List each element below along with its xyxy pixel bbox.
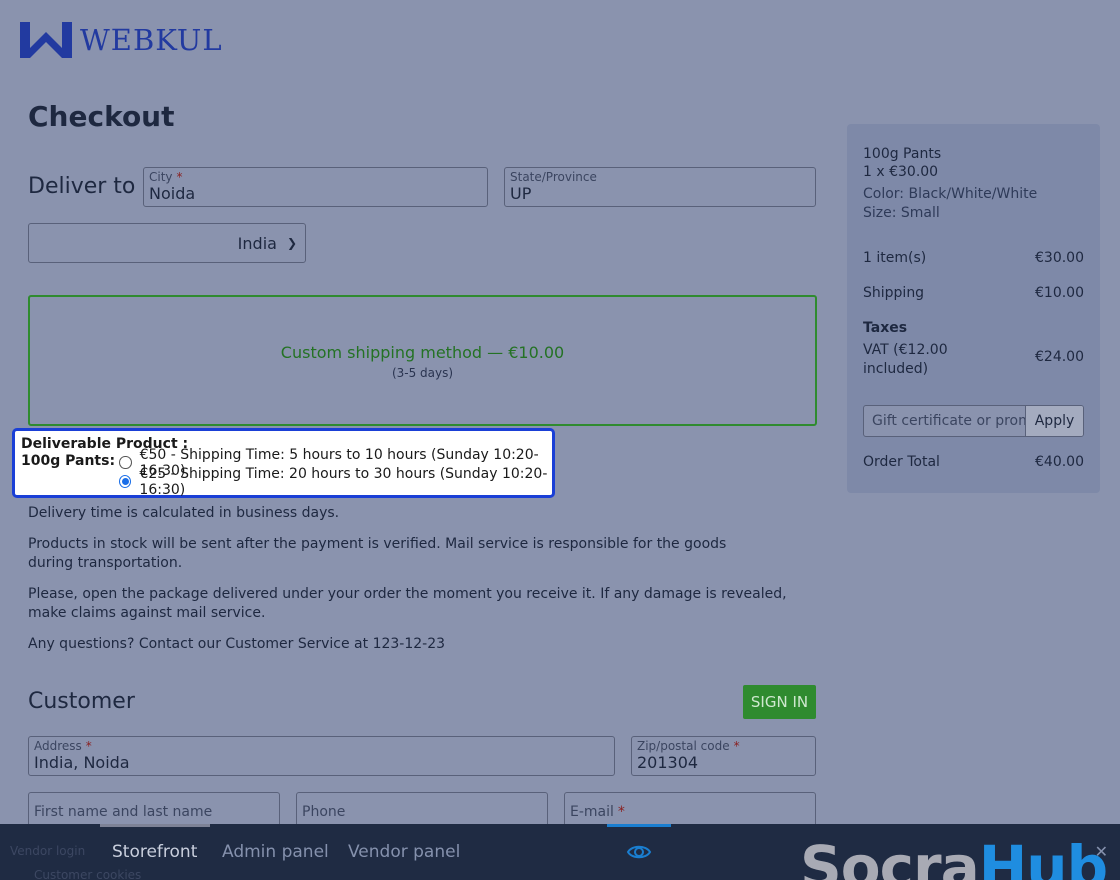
deliverable-product-popup: Deliverable Product : 100g Pants: €50 - …	[12, 428, 555, 498]
state-value: UP	[510, 184, 532, 203]
required-marker: *	[85, 739, 92, 753]
summary-items-label: 1 item(s)	[863, 250, 927, 266]
city-field[interactable]: City * Noida	[143, 167, 488, 207]
info-stock: Products in stock will be sent after the…	[28, 536, 727, 571]
shipping-option-label: €25 - Shipping Time: 20 hours to 30 hour…	[139, 465, 548, 498]
zip-value: 201304	[637, 753, 699, 772]
country-value: India	[237, 233, 277, 253]
phone-placeholder: Phone	[302, 804, 346, 820]
active-tab-indicator	[100, 824, 210, 827]
radio-button[interactable]	[119, 456, 132, 469]
socrahub-logo: SocraHub	[800, 833, 1108, 880]
summary-product-qty: 1 x €30.00	[863, 164, 939, 180]
eye-indicator	[607, 824, 671, 827]
shipping-method-name: Custom shipping method — €10.00	[280, 343, 565, 362]
state-label: State/Province	[510, 170, 597, 184]
shipping-option-2[interactable]: €25 - Shipping Time: 20 hours to 30 hour…	[119, 466, 552, 498]
deliverable-product-name: 100g Pants:	[21, 453, 116, 469]
info-package: Please, open the package delivered under…	[28, 586, 787, 621]
required-marker: *	[733, 739, 740, 753]
tab-vendor-panel[interactable]: Vendor panel	[348, 842, 460, 862]
address-label: Address	[34, 739, 82, 753]
summary-items-value: €30.00	[1035, 250, 1084, 266]
summary-product-size: Size: Small	[863, 205, 940, 221]
info-questions: Any questions? Contact our Customer Serv…	[28, 636, 446, 652]
country-select[interactable]: India ❯	[28, 223, 306, 263]
summary-product-name[interactable]: 100g Pants	[863, 146, 941, 162]
webkul-logo-icon	[20, 22, 72, 58]
city-label: City	[149, 170, 173, 184]
ghost-customer-cookies: Customer cookies	[34, 868, 142, 880]
summary-vat-label-2: included)	[863, 361, 929, 377]
tab-storefront[interactable]: Storefront	[112, 842, 197, 862]
email-label: E-mail	[570, 804, 614, 820]
summary-shipping-value: €10.00	[1035, 285, 1084, 301]
zip-label: Zip/postal code	[637, 739, 730, 753]
summary-product-color: Color: Black/White/White	[863, 186, 1038, 202]
summary-shipping-label: Shipping	[863, 285, 925, 301]
state-field[interactable]: State/Province UP	[504, 167, 816, 207]
summary-total-value: €40.00	[1035, 454, 1084, 470]
order-summary: 100g Pants 1 x €30.00 Color: Black/White…	[847, 124, 1100, 493]
city-value: Noida	[149, 184, 196, 203]
summary-vat-label-1: VAT (€12.00	[863, 342, 948, 358]
required-marker: *	[617, 804, 625, 820]
required-marker: *	[176, 170, 183, 184]
chevron-down-icon: ❯	[286, 236, 297, 250]
name-placeholder: First name and last name	[34, 804, 213, 820]
gift-certificate-input[interactable]: Gift certificate or promo code	[864, 406, 1025, 436]
page-title: Checkout	[28, 100, 175, 133]
customer-section-title: Customer	[28, 689, 135, 714]
summary-total-label: Order Total	[863, 454, 940, 470]
summary-taxes-label: Taxes	[863, 320, 908, 336]
zip-field[interactable]: Zip/postal code * 201304	[631, 736, 816, 776]
shipping-method-days: (3-5 days)	[391, 366, 454, 380]
address-field[interactable]: Address * India, Noida	[28, 736, 615, 776]
radio-button-selected[interactable]	[119, 475, 132, 488]
shipping-method-option[interactable]: Custom shipping method — €10.00 (3-5 day…	[28, 295, 817, 426]
deliver-to-label: Deliver to	[28, 174, 136, 199]
demo-bottom-bar: Vendor login Customer cookies Storefront…	[0, 824, 1120, 880]
gift-certificate-field[interactable]: Gift certificate or promo code Apply	[863, 405, 1084, 437]
eye-icon[interactable]	[626, 839, 652, 865]
tab-admin-panel[interactable]: Admin panel	[222, 842, 329, 862]
close-icon[interactable]: ✕	[1095, 842, 1108, 861]
ghost-vendor-login: Vendor login	[10, 844, 86, 858]
address-value: India, Noida	[34, 753, 130, 772]
info-delivery-time: Delivery time is calculated in business …	[28, 505, 340, 521]
summary-vat-value: €24.00	[1035, 349, 1084, 365]
webkul-logo[interactable]: WEBKUL	[20, 22, 223, 58]
brand-name: WEBKUL	[80, 23, 223, 57]
sign-in-button[interactable]: SIGN IN	[743, 685, 816, 719]
apply-button[interactable]: Apply	[1025, 406, 1083, 436]
